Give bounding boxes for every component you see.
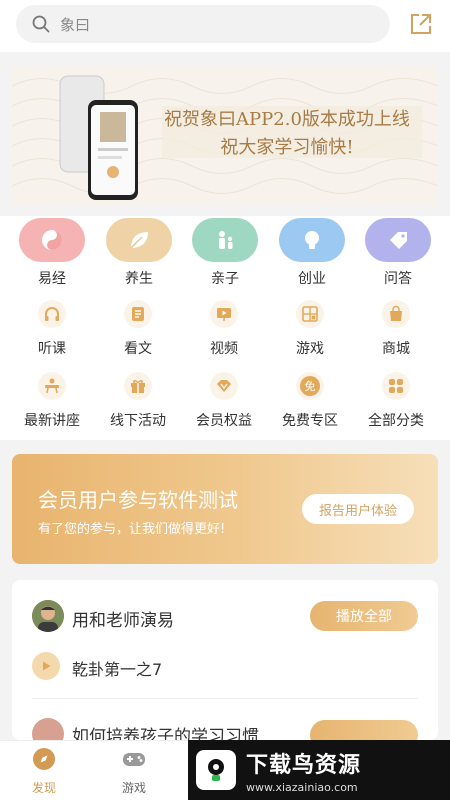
puzzle-icon (296, 300, 324, 328)
shortcut-label: 会员权益 (196, 413, 252, 429)
category-label: 亲子 (211, 271, 239, 287)
shortcut-zuixinjiangzuo[interactable]: 最新讲座 (12, 372, 92, 430)
leaf-icon (106, 218, 172, 262)
tab-games[interactable]: 游戏 (104, 747, 164, 796)
watermark-title: 下载鸟资源 (246, 752, 362, 778)
lightbulb-icon (279, 218, 345, 262)
shortcut-shipin[interactable]: 视频 (184, 300, 264, 358)
shortcut-xianxiahuodong[interactable]: 线下活动 (98, 372, 178, 430)
top-bar: 象曰 (0, 0, 450, 52)
shortcut-kanwen[interactable]: 看文 (98, 300, 178, 358)
teacher-avatar (32, 718, 64, 740)
document-icon (124, 300, 152, 328)
category-qinzi[interactable]: 亲子 (192, 218, 258, 288)
shortcut-label: 游戏 (296, 341, 324, 357)
shortcut-label: 商城 (382, 341, 410, 357)
shortcut-mianfeizhuanqu[interactable]: 免 免费专区 (270, 372, 350, 430)
shortcut-shangcheng[interactable]: 商城 (356, 300, 436, 358)
search-bar[interactable]: 象曰 (16, 5, 390, 43)
share-icon[interactable] (408, 11, 434, 37)
gift-icon (124, 372, 152, 400)
yin-yang-icon (19, 218, 85, 262)
free-badge-icon: 免 (296, 372, 324, 400)
watermark-logo-icon (196, 750, 236, 790)
banner-caption: 祝贺象曰APP2.0版本成功上线 祝大家学习愉快! (142, 106, 432, 162)
phone-mockup-image (59, 75, 138, 200)
shortcut-label: 听课 (38, 341, 66, 357)
compass-icon (33, 748, 55, 770)
tab-label: 游戏 (121, 781, 146, 795)
watermark-url: www.xiazainiao.com (246, 780, 358, 794)
promo-title: 会员用户参与软件测试 (38, 488, 238, 512)
teacher-avatar (32, 600, 64, 632)
beta-test-promo[interactable]: 会员用户参与软件测试 有了您的参与，让我们做得更好! 报告用户体验 (12, 454, 438, 564)
course-title: 用和老师演易 (72, 611, 174, 631)
course-card: 用和老师演易 播放全部 乾卦第一之7 如何培养孩子的学习习惯 (12, 580, 438, 740)
lesson-title[interactable]: 乾卦第一之7 (72, 656, 162, 680)
watermark-text: 下载鸟资源 www.xiazainiao.com (246, 747, 361, 794)
promo-banner[interactable]: 祝贺象曰APP2.0版本成功上线 祝大家学习愉快! (12, 66, 438, 206)
watermark-overlay: 下载鸟资源 www.xiazainiao.com (188, 740, 450, 800)
shortcut-quanbufenlei[interactable]: 全部分类 (356, 372, 436, 430)
shortcut-tingke[interactable]: 听课 (12, 300, 92, 358)
shortcut-huiyuanquanyi[interactable]: 会员权益 (184, 372, 264, 430)
video-icon (210, 300, 238, 328)
category-chuangye[interactable]: 创业 (279, 218, 345, 288)
banner-line-1: 祝贺象曰APP2.0版本成功上线 (164, 109, 410, 130)
diamond-icon (210, 372, 238, 400)
category-section: 易经 养生 亲子 创业 问答 听课 看文 视频 游戏 商城 最新讲座 线下活动 … (0, 216, 450, 440)
parent-child-icon (192, 218, 258, 262)
shortcut-label: 视频 (210, 341, 238, 357)
search-placeholder: 象曰 (60, 15, 91, 34)
headphones-icon (38, 300, 66, 328)
category-wenda[interactable]: 问答 (365, 218, 431, 288)
lecture-icon (38, 372, 66, 400)
play-all-button[interactable] (310, 720, 418, 740)
search-icon (32, 15, 50, 33)
report-experience-button[interactable]: 报告用户体验 (302, 494, 414, 524)
tab-label: 发现 (31, 781, 56, 795)
play-icon[interactable] (32, 652, 60, 680)
tab-discover[interactable]: 发现 (14, 747, 74, 796)
shortcut-label: 最新讲座 (24, 413, 80, 429)
gamepad-icon (123, 753, 145, 766)
shortcut-youxi[interactable]: 游戏 (270, 300, 350, 358)
category-yijing[interactable]: 易经 (19, 218, 85, 288)
category-label: 易经 (38, 271, 66, 287)
play-all-button[interactable]: 播放全部 (310, 601, 418, 631)
shortcut-label: 线下活动 (110, 413, 166, 429)
category-label: 养生 (125, 271, 153, 287)
tag-icon (365, 218, 431, 262)
category-label: 问答 (384, 271, 412, 287)
divider (32, 698, 418, 699)
promo-subtitle: 有了您的参与，让我们做得更好! (38, 522, 226, 537)
shopping-bag-icon (382, 300, 410, 328)
category-yangsheng[interactable]: 养生 (106, 218, 172, 288)
category-label: 创业 (298, 271, 326, 287)
course-title: 如何培养孩子的学习习惯 (72, 727, 259, 740)
shortcut-label: 看文 (124, 341, 152, 357)
shortcut-label: 免费专区 (282, 413, 338, 429)
banner-line-2: 祝大家学习愉快! (220, 137, 354, 158)
shortcut-label: 全部分类 (368, 413, 424, 429)
grid-icon (382, 372, 410, 400)
free-badge-text: 免 (300, 376, 320, 396)
